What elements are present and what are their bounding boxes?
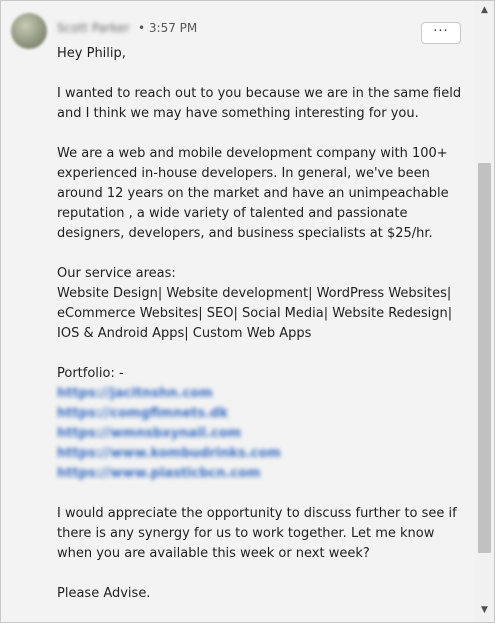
portfolio-link[interactable]: https://wmnsbxynail.com — [57, 424, 469, 444]
scroll-thumb[interactable] — [478, 163, 491, 553]
more-options-button[interactable]: ··· — [421, 22, 461, 44]
email-reading-pane: Scott Parker • 3:57 PM ··· Hey Philip, I… — [0, 0, 495, 623]
portfolio-heading: Portfolio: - — [57, 366, 124, 381]
portfolio-links: https://jacitnshn.com https://comgfimnet… — [57, 384, 469, 484]
sender-avatar[interactable] — [11, 13, 47, 49]
message-timestamp: • 3:57 PM — [138, 21, 198, 35]
message-header: Scott Parker • 3:57 PM ··· — [1, 1, 475, 49]
scroll-up-icon[interactable]: ▲ — [475, 3, 494, 17]
closing-line: Please Advise. — [57, 586, 151, 601]
service-heading: Our service areas: — [57, 266, 176, 281]
portfolio-link[interactable]: https://jacitnshn.com — [57, 384, 469, 404]
sender-name[interactable]: Scott Parker — [57, 21, 130, 35]
greeting: Hey Philip, — [57, 46, 126, 61]
scroll-down-icon[interactable]: ▼ — [475, 603, 494, 617]
paragraph-closing-request: I would appreciate the opportunity to di… — [57, 506, 457, 561]
message-body: Hey Philip, I wanted to reach out to you… — [57, 44, 469, 604]
portfolio-link[interactable]: https://www.plasticbcn.com — [57, 464, 469, 484]
paragraph-company: We are a web and mobile development comp… — [57, 146, 449, 241]
vertical-scrollbar[interactable]: ▲ ▼ — [475, 1, 494, 622]
portfolio-link[interactable]: https://www.kombudrinks.com — [57, 444, 469, 464]
service-list: Website Design| Website development| Wor… — [57, 286, 453, 341]
paragraph-intro: I wanted to reach out to you because we … — [57, 86, 462, 121]
portfolio-link[interactable]: https://comgfimnets.dk — [57, 404, 469, 424]
